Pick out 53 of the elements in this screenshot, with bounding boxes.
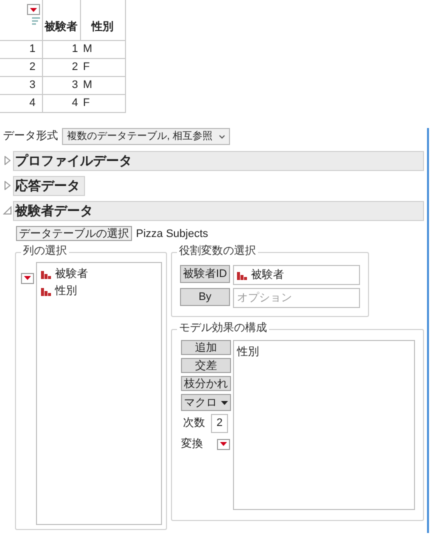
degree-field[interactable]: 2 (211, 414, 228, 433)
table-cell: F (80, 94, 125, 112)
caret-icon (221, 400, 228, 404)
effect-item[interactable]: 性別 (237, 344, 411, 360)
column-list[interactable]: 被験者 性別 (36, 262, 162, 524)
bar-chart-icon (41, 286, 51, 296)
expanded-triangle-icon[interactable] (3, 206, 12, 215)
table-cell: 4 (42, 94, 80, 112)
table-cell: 3 (42, 76, 80, 94)
effect-button[interactable]: 追加 (181, 340, 231, 355)
effects-list[interactable]: 性別 (233, 340, 415, 510)
menu-icon[interactable] (21, 272, 34, 284)
chevron-icon (218, 134, 225, 138)
table-cell: M (80, 40, 125, 58)
list-item[interactable]: 性別 (41, 284, 157, 298)
macro-button[interactable]: マクロ (181, 394, 231, 411)
role-button[interactable]: 被験者ID (180, 265, 230, 283)
table-cell: 2 (42, 58, 80, 76)
role-field[interactable]: 被験者 (233, 265, 360, 285)
section-header[interactable]: 応答データ (13, 176, 85, 196)
transform-menu-icon[interactable] (217, 438, 230, 450)
field-label: データ形式 (3, 129, 58, 144)
list-item[interactable]: 被験者 (41, 267, 157, 281)
table-cell: F (80, 58, 125, 76)
collapsed-triangle-icon[interactable] (3, 181, 12, 190)
menu-icon[interactable] (26, 4, 40, 15)
row-number: 4 (0, 94, 42, 112)
row-number: 1 (0, 40, 42, 58)
table-name: Pizza Subjects (136, 226, 208, 242)
group-title: 役割変数の選択 (177, 244, 258, 258)
field-value: 被験者 (251, 268, 284, 283)
section-header[interactable]: 被験者データ (13, 200, 424, 220)
group-title: モデル効果の構成 (177, 321, 269, 335)
transform-label: 変換 (181, 436, 203, 452)
field-placeholder: オプション (237, 290, 292, 306)
effect-button[interactable]: 枝分かれ (181, 376, 231, 391)
table-cell: 1 (42, 40, 80, 58)
section-header[interactable]: プロファイルデータ (13, 150, 424, 170)
table-select-button[interactable]: データテーブルの選択 (16, 226, 132, 242)
column-header[interactable]: 被験者 (42, 0, 80, 40)
group-title: 列の選択 (21, 244, 69, 258)
sort-icon[interactable] (32, 17, 40, 25)
format-dropdown[interactable]: 複数のデータテーブル, 相互参照 (62, 128, 230, 145)
column-header[interactable]: 性別 (80, 0, 125, 40)
table-cell: M (80, 76, 125, 94)
collapsed-triangle-icon[interactable] (3, 156, 12, 165)
row-number: 3 (0, 76, 42, 94)
role-button[interactable]: By (180, 288, 230, 306)
effect-button[interactable]: 交差 (181, 358, 231, 373)
bar-chart-icon (237, 270, 247, 280)
degree-label: 次数 (183, 416, 205, 432)
bar-chart-icon (41, 269, 51, 279)
row-number: 2 (0, 58, 42, 76)
